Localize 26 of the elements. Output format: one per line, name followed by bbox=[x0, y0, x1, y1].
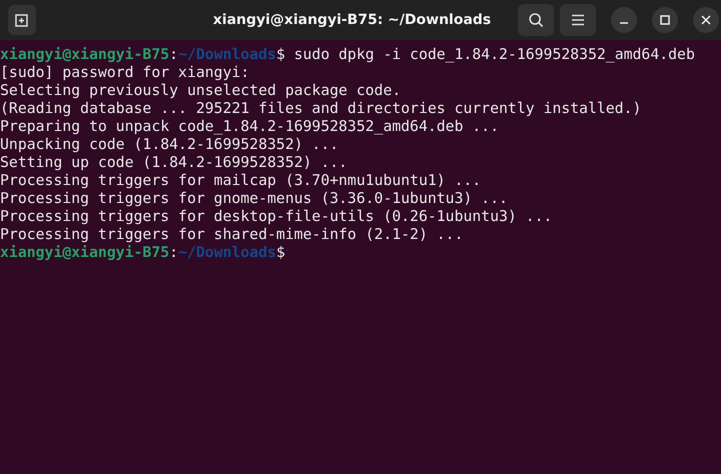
new-tab-button[interactable] bbox=[8, 5, 36, 35]
minimize-icon bbox=[620, 22, 628, 24]
new-tab-icon bbox=[14, 12, 30, 28]
close-icon bbox=[701, 15, 711, 25]
maximize-icon bbox=[660, 15, 670, 25]
output-line: Preparing to unpack code_1.84.2-1699528352_amd64.deb ... bbox=[0, 118, 499, 135]
shell-prompt: xiangyi@xiangyi-B75:~/Downloads$ bbox=[0, 46, 286, 63]
maximize-button[interactable] bbox=[652, 7, 678, 33]
close-button[interactable] bbox=[693, 7, 719, 33]
output-line: Selecting previously unselected package code. bbox=[0, 82, 401, 99]
window-title: xiangyi@xiangyi-B75: ~/Downloads bbox=[212, 12, 492, 28]
menu-icon bbox=[571, 14, 585, 26]
shell-prompt: xiangyi@xiangyi-B75:~/Downloads$ bbox=[0, 244, 286, 261]
minimize-button[interactable] bbox=[611, 7, 637, 33]
menu-button[interactable] bbox=[560, 4, 596, 36]
output-line: Setting up code (1.84.2-1699528352) ... bbox=[0, 154, 348, 171]
output-line: Unpacking code (1.84.2-1699528352) ... bbox=[0, 136, 339, 153]
output-line: Processing triggers for gnome-menus (3.36.0-1ubuntu3) ... bbox=[0, 190, 508, 207]
output-line: Processing triggers for desktop-file-utils (0.26-1ubuntu3) ... bbox=[0, 208, 552, 225]
output-line: [sudo] password for xiangyi: bbox=[0, 64, 250, 81]
command-text: sudo dpkg -i code_1.84.2-1699528352_amd64.deb bbox=[294, 46, 695, 63]
search-button[interactable] bbox=[518, 4, 554, 36]
search-icon bbox=[528, 12, 544, 28]
output-line: Processing triggers for mailcap (3.70+nmu1ubuntu1) ... bbox=[0, 172, 482, 189]
output-line: (Reading database ... 295221 files and directories currently installed.) bbox=[0, 100, 642, 117]
output-line: Processing triggers for shared-mime-info (2.1-2) ... bbox=[0, 226, 464, 243]
